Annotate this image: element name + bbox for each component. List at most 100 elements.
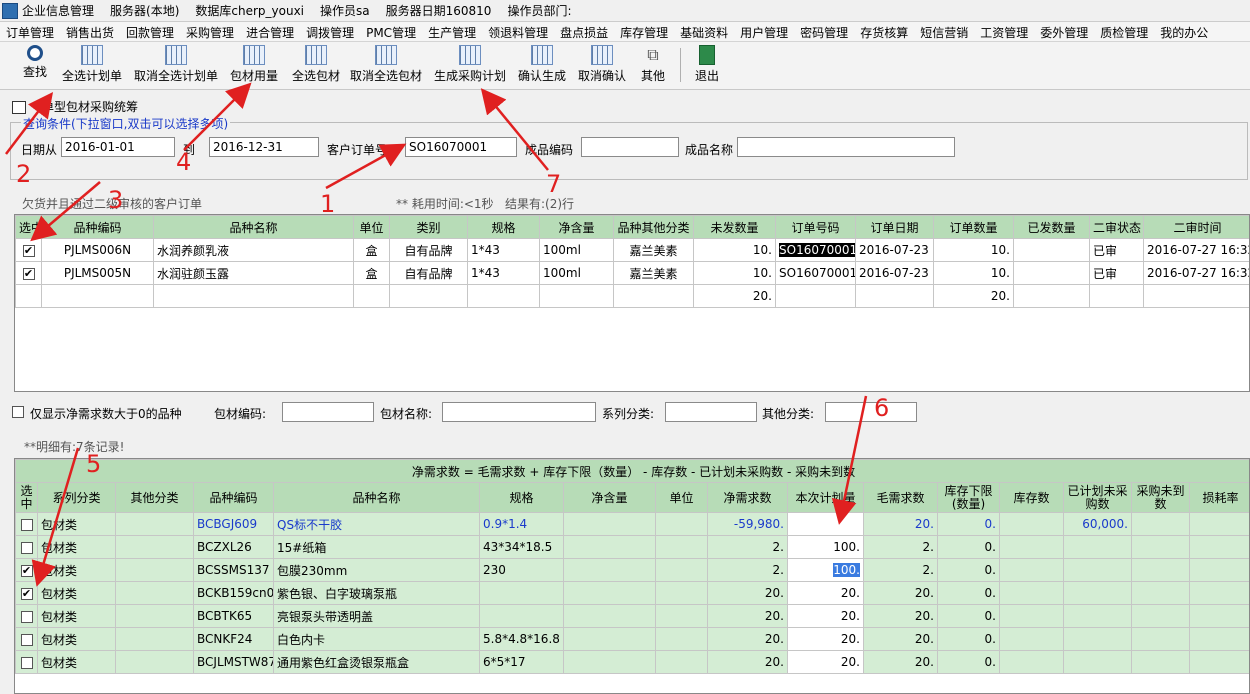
product-code-input[interactable]: [581, 137, 679, 157]
menu-basic-data[interactable]: 基础资料: [674, 22, 734, 41]
other-button[interactable]: ⧉ 其他: [636, 45, 670, 87]
col-item-code[interactable]: 品种编码: [193, 482, 274, 513]
find-button[interactable]: 查找: [18, 45, 52, 87]
date-to-input[interactable]: 2016-12-31: [209, 137, 319, 157]
table-row[interactable]: ✔ PJLMS005N 水润驻颜玉露 盒 自有品牌 1*43 100ml 嘉兰美…: [15, 261, 1249, 285]
table-row[interactable]: ✔ PJLMS006N 水润养颜乳液 盒 自有品牌 1*43 100ml 嘉兰美…: [15, 238, 1249, 262]
cancel-confirm-button[interactable]: 取消确认: [574, 45, 630, 87]
table-row[interactable]: 包材类 BCZXL26 15#纸箱 43*34*18.5 2. 100. 2. 0.: [15, 535, 1249, 559]
menu-outsourcing[interactable]: 委外管理: [1034, 22, 1094, 41]
col-net-content[interactable]: 净含量: [563, 482, 656, 513]
col-stock[interactable]: 库存数: [999, 482, 1064, 513]
row-checkbox[interactable]: ✔: [22, 244, 35, 257]
table-row[interactable]: 包材类 BCBGJ609 QS标不干胶 0.9*1.4 -59,980. 20. 0. 60,…: [15, 512, 1249, 536]
other-category-input[interactable]: [825, 402, 917, 422]
col-order-no[interactable]: 订单号码: [775, 215, 856, 239]
menu-payroll[interactable]: 工资管理: [974, 22, 1034, 41]
menu-qc[interactable]: 质检管理: [1094, 22, 1154, 41]
col-select[interactable]: 选中: [15, 215, 42, 239]
cell-plan-qty[interactable]: 20.: [787, 627, 864, 651]
menu-sms[interactable]: 短信营销: [914, 22, 974, 41]
cell-order-no[interactable]: SO16070001: [775, 238, 856, 262]
menu-pmc[interactable]: PMC管理: [360, 22, 422, 41]
row-checkbox[interactable]: ✔: [20, 587, 33, 600]
cell-plan-qty[interactable]: [787, 512, 864, 536]
col-stock-min[interactable]: 库存下限(数量): [937, 482, 1000, 513]
table-row[interactable]: 包材类 BCJLMSTW87 通用紫色红盒烫银泵瓶盒 6*5*17 20. 20. 20. 0…: [15, 650, 1249, 674]
menu-stocktake[interactable]: 盘点损益: [554, 22, 614, 41]
col-other-category[interactable]: 品种其他分类: [613, 215, 694, 239]
col-loss-rate[interactable]: 损耗率: [1189, 482, 1249, 513]
cell-plan-qty[interactable]: 100.: [787, 558, 864, 582]
col-unit[interactable]: 单位: [353, 215, 390, 239]
material-code-input[interactable]: [282, 402, 374, 422]
col-unshipped-qty[interactable]: 未发数量: [693, 215, 776, 239]
menu-office[interactable]: 我的办公: [1154, 22, 1214, 41]
col-net-content[interactable]: 净含量: [539, 215, 614, 239]
col-series[interactable]: 系列分类: [37, 482, 116, 513]
col-purchase-pending[interactable]: 采购未到数: [1131, 482, 1190, 513]
menu-orders[interactable]: 订单管理: [0, 22, 60, 41]
col-other-category[interactable]: 其他分类: [115, 482, 194, 513]
menu-inbound[interactable]: 进合管理: [240, 22, 300, 41]
menu-sales-shipment[interactable]: 销售出货: [60, 22, 120, 41]
table-row[interactable]: 包材类 BCNKF24 白色内卡 5.8*4.8*16.8 20. 20. 20. 0.: [15, 627, 1249, 651]
date-from-input[interactable]: 2016-01-01: [61, 137, 175, 157]
confirm-generate-button[interactable]: 确认生成: [514, 45, 570, 87]
menu-purchase[interactable]: 采购管理: [180, 22, 240, 41]
generate-purchase-plan-button[interactable]: 生成采购计划: [430, 45, 510, 87]
material-name-input[interactable]: [442, 402, 596, 422]
cell-plan-qty[interactable]: 20.: [787, 650, 864, 674]
select-all-plan-button[interactable]: 全选计划单: [58, 45, 126, 87]
col-unit[interactable]: 单位: [655, 482, 708, 513]
col-shipped-qty[interactable]: 已发数量: [1013, 215, 1090, 239]
exit-button[interactable]: 退出: [690, 45, 724, 87]
menu-payment[interactable]: 回款管理: [120, 22, 180, 41]
table-row[interactable]: ✔ 包材类 BCSSMS137 包膜230mm 230 2. 100. 2. 0.: [15, 558, 1249, 582]
col-planned-unpurchased[interactable]: 已计划未采购数: [1063, 482, 1132, 513]
row-checkbox[interactable]: ✔: [20, 564, 33, 577]
col-plan-qty[interactable]: 本次计划量: [787, 482, 864, 513]
col-item-code[interactable]: 品种编码: [41, 215, 154, 239]
menu-costing[interactable]: 存货核算: [854, 22, 914, 41]
cancel-select-material-button[interactable]: 取消全选包材: [348, 45, 424, 87]
col-review-time[interactable]: 二审时间: [1143, 215, 1249, 239]
only-positive-checkbox[interactable]: [12, 406, 24, 418]
cell-plan-qty[interactable]: 20.: [787, 581, 864, 605]
row-checkbox[interactable]: [20, 610, 33, 623]
cell-plan-qty[interactable]: 100.: [787, 535, 864, 559]
cell-plan-qty[interactable]: 20.: [787, 604, 864, 628]
menu-material-issue[interactable]: 领退料管理: [482, 22, 554, 41]
col-spec[interactable]: 规格: [479, 482, 564, 513]
menu-transfer[interactable]: 调拨管理: [300, 22, 360, 41]
row-checkbox[interactable]: [20, 518, 33, 531]
col-select[interactable]: 选中: [15, 482, 38, 513]
row-checkbox[interactable]: ✔: [22, 267, 35, 280]
menu-production[interactable]: 生产管理: [422, 22, 482, 41]
table-row[interactable]: ✔ 包材类 BCKB159cn0(紫色银、白字玻璃泵瓶 20. 20. 20. 0.: [15, 581, 1249, 605]
material-usage-button[interactable]: 包材用量: [226, 45, 282, 87]
product-name-input[interactable]: [737, 137, 955, 157]
col-item-name[interactable]: 品种名称: [153, 215, 354, 239]
menu-password[interactable]: 密码管理: [794, 22, 854, 41]
col-net-demand[interactable]: 净需求数: [707, 482, 788, 513]
col-item-name[interactable]: 品种名称: [273, 482, 480, 513]
col-spec[interactable]: 规格: [467, 215, 540, 239]
col-gross-demand[interactable]: 毛需求数: [863, 482, 938, 513]
row-checkbox[interactable]: [20, 541, 33, 554]
order-no-input[interactable]: SO16070001: [405, 137, 517, 157]
col-order-qty[interactable]: 订单数量: [933, 215, 1014, 239]
table-row[interactable]: 包材类 BCBTK65 亮银泵头带透明盖 20. 20. 20. 0.: [15, 604, 1249, 628]
col-category[interactable]: 类别: [389, 215, 468, 239]
cell-series: 包材类: [37, 535, 116, 559]
cell-net-demand: 2.: [707, 535, 788, 559]
cancel-select-plan-button[interactable]: 取消全选计划单: [132, 45, 220, 87]
row-checkbox[interactable]: [20, 633, 33, 646]
col-review-status[interactable]: 二审状态: [1089, 215, 1144, 239]
col-order-date[interactable]: 订单日期: [855, 215, 934, 239]
series-input[interactable]: [665, 402, 757, 422]
menu-users[interactable]: 用户管理: [734, 22, 794, 41]
menu-inventory[interactable]: 库存管理: [614, 22, 674, 41]
select-all-material-button[interactable]: 全选包材: [288, 45, 344, 87]
row-checkbox[interactable]: [20, 656, 33, 669]
